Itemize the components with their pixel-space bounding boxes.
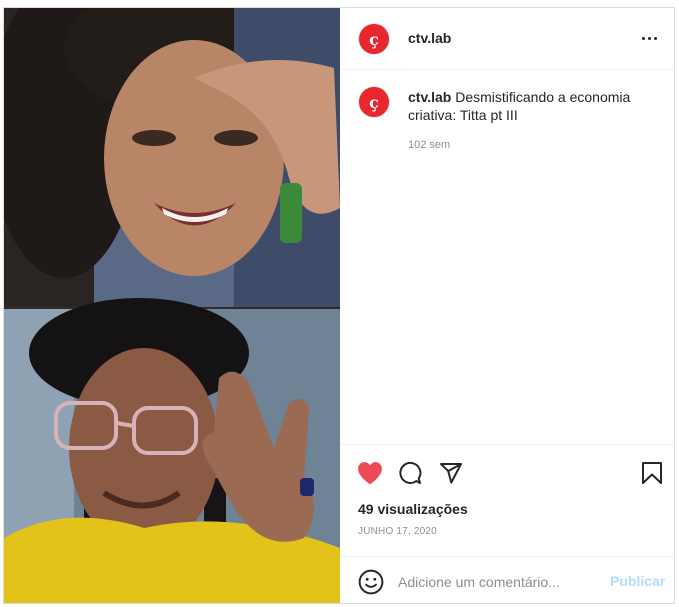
top-earring <box>280 183 302 243</box>
emoji-icon[interactable] <box>358 569 384 595</box>
view-count[interactable]: 49 visualizações <box>358 501 468 517</box>
comment-input[interactable] <box>398 571 598 593</box>
heart-filled-icon <box>358 462 382 485</box>
caption-avatar[interactable]: ç <box>358 86 390 118</box>
instagram-post: ç ctv.lab ç ctv.lab Desmistificando a ec… <box>3 7 675 604</box>
more-dot <box>641 36 645 40</box>
comment-icon <box>399 461 422 484</box>
profile-username[interactable]: ctv.lab <box>408 30 451 46</box>
bookmark-icon <box>642 462 662 484</box>
caption-text: ctv.lab Desmistificando a economia criat… <box>408 88 658 124</box>
post-actions: 49 visualizações JUNHO 17, 2020 <box>340 444 674 556</box>
more-dot <box>653 36 657 40</box>
profile-avatar[interactable]: ç <box>358 23 390 55</box>
video-frame <box>4 8 340 603</box>
top-eye-left <box>132 130 176 146</box>
comment-form: Publicar <box>340 556 674 603</box>
comment-button[interactable] <box>396 459 424 487</box>
post-video[interactable] <box>4 8 340 603</box>
post-caption: ç ctv.lab Desmistificando a economia cri… <box>340 70 674 444</box>
caption-username[interactable]: ctv.lab <box>408 89 451 105</box>
save-button[interactable] <box>638 459 666 487</box>
more-options-icon[interactable] <box>637 28 661 48</box>
caption-timestamp[interactable]: 102 sem <box>408 139 450 151</box>
more-dot <box>647 36 651 40</box>
publish-button[interactable]: Publicar <box>610 573 665 589</box>
bottom-nail-polish <box>300 478 314 496</box>
top-eye-right <box>214 130 258 146</box>
post-header: ç ctv.lab <box>340 8 674 70</box>
post-details-panel: ç ctv.lab ç ctv.lab Desmistificando a ec… <box>340 8 674 603</box>
post-date[interactable]: JUNHO 17, 2020 <box>358 526 437 537</box>
share-button[interactable] <box>437 459 465 487</box>
paper-plane-icon <box>440 463 462 484</box>
like-button[interactable] <box>356 459 384 487</box>
